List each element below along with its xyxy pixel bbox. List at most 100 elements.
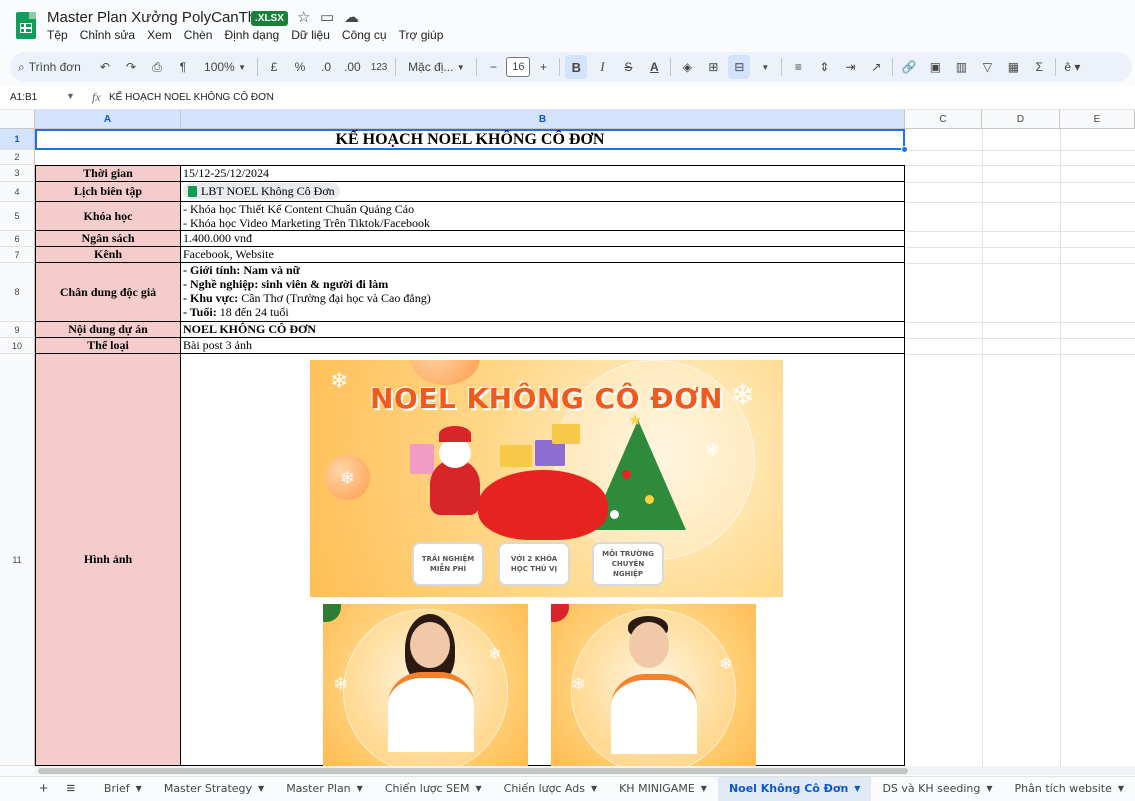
menu-item-view[interactable]: Xem: [147, 28, 172, 42]
menu-search[interactable]: ⌕ Trình đơn: [10, 60, 92, 75]
currency-format-button[interactable]: £: [263, 55, 285, 79]
row-header-2[interactable]: 2: [0, 150, 35, 165]
row-header-7[interactable]: 7: [0, 247, 35, 263]
strikethrough-button[interactable]: S: [617, 55, 639, 79]
label-budget[interactable]: Ngân sách: [35, 231, 181, 247]
value-content[interactable]: NOEL KHÔNG CÔ ĐƠN: [181, 322, 905, 338]
column-header-c[interactable]: C: [905, 110, 982, 129]
star-icon[interactable]: ☆: [297, 8, 310, 26]
row-header-1[interactable]: 1: [0, 129, 35, 150]
text-wrap-icon[interactable]: ⇥: [839, 55, 861, 79]
cloud-status-icon[interactable]: ☁: [344, 8, 359, 26]
menu-item-file[interactable]: Tệp: [47, 28, 68, 42]
chevron-down-icon[interactable]: ▼: [258, 784, 264, 793]
vertical-align-icon[interactable]: ⇕: [813, 55, 835, 79]
text-color-button[interactable]: A: [643, 55, 665, 79]
chevron-down-icon[interactable]: ▼: [854, 784, 860, 793]
label-content[interactable]: Nội dung dự án: [35, 322, 181, 338]
label-image[interactable]: Hình ảnh: [35, 354, 181, 766]
merge-cells-icon[interactable]: ⊟: [728, 55, 751, 79]
label-channel[interactable]: Kênh: [35, 247, 181, 263]
value-budget[interactable]: 1.400.000 vnđ: [181, 231, 905, 247]
spreadsheet-grid[interactable]: A B C D E 1 2 3 4 5 6 7 8 9 10 11 KẾ HOẠ…: [0, 110, 1135, 766]
filter-views-icon[interactable]: ▦: [1002, 55, 1024, 79]
add-sheet-icon[interactable]: +: [30, 780, 57, 797]
font-size-decrease-button[interactable]: −: [482, 55, 504, 79]
row-header-3[interactable]: 3: [0, 165, 35, 182]
scrollbar-thumb[interactable]: [38, 768, 908, 774]
file-chip[interactable]: LBT NOEL Không Cô Đơn: [183, 183, 340, 199]
tab-master-plan[interactable]: Master Plan ▼: [275, 777, 374, 801]
menu-item-help[interactable]: Trợ giúp: [399, 28, 444, 42]
print-icon[interactable]: ⎙: [146, 55, 168, 79]
row-header-8[interactable]: 8: [0, 263, 35, 322]
input-tools-icon[interactable]: ê ▾: [1061, 55, 1083, 79]
text-rotate-icon[interactable]: ↗: [865, 55, 887, 79]
menu-item-tools[interactable]: Công cụ: [342, 28, 387, 42]
chevron-down-icon[interactable]: ▼: [591, 784, 597, 793]
chevron-down-icon[interactable]: ▼: [1118, 784, 1124, 793]
number-format-button[interactable]: 123: [368, 55, 391, 79]
value-editorial[interactable]: LBT NOEL Không Cô Đơn: [181, 182, 905, 202]
paint-format-icon[interactable]: ¶: [172, 55, 194, 79]
tab-master-strategy[interactable]: Master Strategy ▼: [153, 777, 275, 801]
poster-teacher-female-image[interactable]: ❄ ❄: [323, 604, 528, 766]
menu-item-data[interactable]: Dữ liệu: [291, 28, 330, 42]
tab-seeding[interactable]: DS và KH seeding ▼: [871, 777, 1003, 801]
column-header-a[interactable]: A: [35, 110, 181, 129]
insert-chart-icon[interactable]: ▥: [950, 55, 972, 79]
label-editorial[interactable]: Lịch biên tập: [35, 182, 181, 202]
sheets-logo-icon[interactable]: [16, 12, 36, 39]
tab-brief[interactable]: Brief ▼: [93, 777, 153, 801]
value-time[interactable]: 15/12-25/12/2024: [181, 165, 905, 182]
label-time[interactable]: Thời gian: [35, 165, 181, 182]
selection-fill-handle[interactable]: [901, 146, 908, 153]
label-type[interactable]: Thể loại: [35, 338, 181, 354]
all-sheets-menu-icon[interactable]: ≡: [57, 780, 84, 797]
column-header-e[interactable]: E: [1060, 110, 1135, 129]
row-header-11[interactable]: 11: [0, 354, 35, 766]
italic-button[interactable]: I: [591, 55, 613, 79]
tab-noel-khong-co-don[interactable]: Noel Không Cô Đơn ▼: [717, 776, 872, 801]
poster-teacher-male-image[interactable]: ❄ ❄: [551, 604, 756, 766]
chevron-down-icon[interactable]: ▼: [475, 784, 481, 793]
tab-sem-strategy[interactable]: Chiến lược SEM ▼: [374, 777, 493, 801]
select-all-corner[interactable]: [0, 110, 35, 129]
tab-website-analysis[interactable]: Phân tích website ▼: [1004, 777, 1135, 801]
sheet-title-cell[interactable]: KẾ HOẠCH NOEL KHÔNG CÔ ĐƠN: [35, 129, 905, 150]
chevron-down-icon[interactable]: ▼: [136, 784, 142, 793]
bold-button[interactable]: B: [565, 55, 588, 79]
menu-item-insert[interactable]: Chèn: [184, 28, 213, 42]
menu-item-edit[interactable]: Chỉnh sửa: [80, 28, 135, 42]
row-header-10[interactable]: 10: [0, 338, 35, 354]
chevron-down-icon[interactable]: ▼: [66, 91, 75, 101]
document-title[interactable]: Master Plan Xưởng PolyCanTho: [47, 9, 264, 26]
tab-ads-strategy[interactable]: Chiến lược Ads ▼: [493, 777, 608, 801]
poster-main-image[interactable]: ❄ ❄ ❄ ❄ NOEL KHÔNG CÔ ĐƠN ★ TRẢI NGHIỆM …: [310, 360, 783, 597]
value-channel[interactable]: Facebook, Website: [181, 247, 905, 263]
value-persona[interactable]: - Giới tính: Nam và nữ - Nghề nghiệp: si…: [181, 263, 905, 322]
borders-icon[interactable]: ⊞: [702, 55, 724, 79]
menu-item-format[interactable]: Định dạng: [224, 28, 279, 42]
tab-minigame[interactable]: KH MINIGAME ▼: [608, 777, 718, 801]
folder-icon[interactable]: ▭: [320, 8, 334, 26]
chevron-down-icon[interactable]: ▼: [701, 784, 707, 793]
undo-icon[interactable]: ↶: [94, 55, 116, 79]
redo-icon[interactable]: ↷: [120, 55, 142, 79]
increase-decimal-button[interactable]: .00: [341, 55, 364, 79]
insert-comment-icon[interactable]: ▣: [924, 55, 946, 79]
font-size-input[interactable]: 16: [506, 57, 531, 77]
column-header-d[interactable]: D: [982, 110, 1060, 129]
chevron-down-icon[interactable]: ▼: [754, 55, 776, 79]
fill-color-icon[interactable]: ◈: [676, 55, 698, 79]
column-header-b[interactable]: B: [181, 110, 905, 129]
row-header-5[interactable]: 5: [0, 202, 35, 231]
decrease-decimal-button[interactable]: .0: [315, 55, 337, 79]
insert-link-icon[interactable]: 🔗: [898, 55, 920, 79]
chevron-down-icon[interactable]: ▼: [986, 784, 992, 793]
label-persona[interactable]: Chân dung độc giả: [35, 263, 181, 322]
horizontal-align-icon[interactable]: ≡: [787, 55, 809, 79]
filter-icon[interactable]: ▽: [976, 55, 998, 79]
functions-button[interactable]: Σ: [1028, 55, 1050, 79]
font-size-increase-button[interactable]: +: [532, 55, 554, 79]
